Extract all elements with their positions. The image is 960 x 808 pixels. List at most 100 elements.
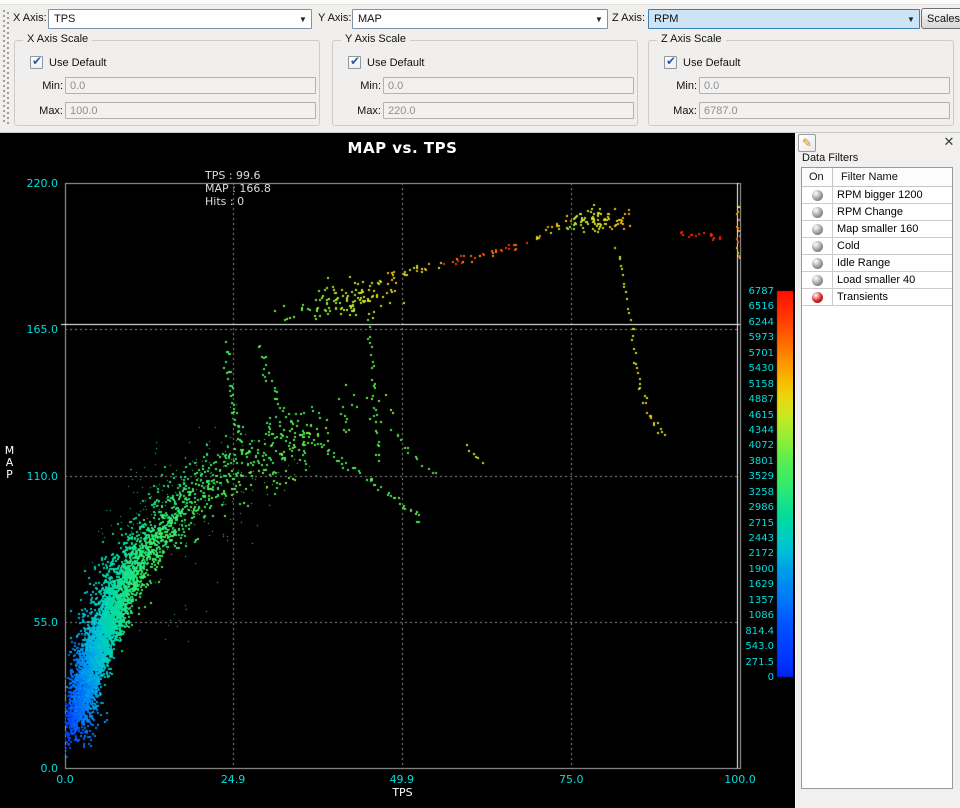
y-tick-label: 55.0 (0, 616, 58, 629)
filter-toggle-ball-icon[interactable] (812, 292, 823, 303)
filter-toggle-ball-icon[interactable] (812, 241, 823, 252)
filter-name[interactable]: RPM bigger 1200 (833, 189, 952, 201)
filters-table-header: On Filter Name (802, 168, 952, 187)
filter-on-cell[interactable] (802, 204, 833, 220)
z-tick-label: 5701 (700, 348, 774, 359)
toolbar-top-strip (0, 0, 960, 5)
z-tick-label: 3529 (700, 471, 774, 482)
filter-row[interactable]: Load smaller 40 (802, 272, 952, 289)
filter-on-cell[interactable] (802, 289, 833, 305)
z-tick-label: 2715 (700, 518, 774, 529)
z-axis-scale-group: Z Axis Scale ✔ Use Default Min: 0.0 Max:… (648, 40, 954, 126)
filters-table-body: RPM bigger 1200 RPM Change Map smaller 160… (802, 187, 952, 306)
y-max-field[interactable]: 220.0 (383, 102, 634, 119)
filter-on-cell[interactable] (802, 255, 833, 271)
y-tick-label: 110.0 (0, 470, 58, 483)
z-tick-label: 5430 (700, 363, 774, 374)
x-axis-scale-group-title: X Axis Scale (23, 33, 92, 45)
filter-on-cell[interactable] (802, 187, 833, 203)
z-min-field[interactable]: 0.0 (699, 77, 950, 94)
z-tick-label: 2443 (700, 533, 774, 544)
filter-name[interactable]: Transients (833, 291, 952, 303)
y-tick-label: 220.0 (0, 177, 58, 190)
column-header-filter-name[interactable]: Filter Name (833, 171, 952, 183)
x-tick-label: 24.9 (213, 773, 253, 786)
z-tick-label: 5973 (700, 332, 774, 343)
filter-name[interactable]: RPM Change (833, 206, 952, 218)
filter-toggle-ball-icon[interactable] (812, 224, 823, 235)
y-axis-combobox[interactable]: MAP ▼ (352, 9, 608, 29)
z-tick-label: 3801 (700, 456, 774, 467)
checkmark-icon: ✔ (350, 54, 360, 68)
x-min-field[interactable]: 0.0 (65, 77, 316, 94)
filter-name[interactable]: Map smaller 160 (833, 223, 952, 235)
filter-toggle-ball-icon[interactable] (812, 190, 823, 201)
x-max-label: Max: (15, 105, 63, 117)
filter-on-cell[interactable] (802, 238, 833, 254)
z-tick-label: 5158 (700, 379, 774, 390)
chevron-down-icon: ▼ (295, 15, 311, 24)
edit-filters-button[interactable]: ✎ (798, 134, 816, 152)
filter-name[interactable]: Idle Range (833, 257, 952, 269)
filter-on-cell[interactable] (802, 221, 833, 237)
x-axis-combobox[interactable]: TPS ▼ (48, 9, 312, 29)
x-min-label: Min: (15, 80, 63, 92)
pencil-icon: ✎ (802, 136, 812, 150)
toolbar-drag-grip[interactable] (3, 10, 9, 124)
chart-area: MAP vs. TPS TPS : 99.6 MAP : 166.8 Hits … (0, 133, 793, 808)
filter-toggle-ball-icon[interactable] (812, 275, 823, 286)
close-icon: ✕ (944, 134, 955, 150)
filter-row[interactable]: Cold (802, 238, 952, 255)
z-tick-label: 1629 (700, 579, 774, 590)
z-min-label: Min: (649, 80, 697, 92)
x-axis-combobox-value: TPS (49, 13, 295, 25)
z-use-default-label: Use Default (683, 57, 740, 69)
x-axis-label: X Axis: (13, 12, 47, 24)
chart-title: MAP vs. TPS (65, 139, 740, 157)
z-tick-label: 2172 (700, 548, 774, 559)
z-tick-label: 6516 (700, 301, 774, 312)
filter-name[interactable]: Cold (833, 240, 952, 252)
filter-row[interactable]: RPM bigger 1200 (802, 187, 952, 204)
cursor-readout-hits: Hits : 0 (205, 195, 271, 208)
x-use-default-checkbox[interactable]: ✔ (30, 56, 43, 69)
z-tick-label: 4344 (700, 425, 774, 436)
x-tick-label: 75.0 (551, 773, 591, 786)
filter-name[interactable]: Load smaller 40 (833, 274, 952, 286)
y-max-label: Max: (333, 105, 381, 117)
filter-row[interactable]: Map smaller 160 (802, 221, 952, 238)
x-max-field[interactable]: 100.0 (65, 102, 316, 119)
z-max-field[interactable]: 6787.0 (699, 102, 950, 119)
y-axis-label: Y Axis: (318, 12, 351, 24)
z-axis-scale-group-title: Z Axis Scale (657, 33, 726, 45)
z-tick-label: 4615 (700, 410, 774, 421)
z-axis-combobox-value: RPM (649, 13, 903, 25)
x-axis-scale-group: X Axis Scale ✔ Use Default Min: 0.0 Max:… (14, 40, 320, 126)
z-tick-label: 1086 (700, 610, 774, 621)
y-use-default-checkbox[interactable]: ✔ (348, 56, 361, 69)
filter-toggle-ball-icon[interactable] (812, 258, 823, 269)
axis-toolbar: X Axis: TPS ▼ Y Axis: MAP ▼ Z Axis: RPM … (0, 0, 960, 133)
z-use-default-checkbox[interactable]: ✔ (664, 56, 677, 69)
filter-row[interactable]: Idle Range (802, 255, 952, 272)
chevron-down-icon: ▼ (591, 15, 607, 24)
filter-row[interactable]: Transients (802, 289, 952, 306)
y-tick-label: 165.0 (0, 323, 58, 336)
x-use-default-label: Use Default (49, 57, 106, 69)
z-tick-label: 2986 (700, 502, 774, 513)
filter-row[interactable]: RPM Change (802, 204, 952, 221)
close-panel-button[interactable]: ✕ (941, 134, 957, 150)
y-min-field[interactable]: 0.0 (383, 77, 634, 94)
filter-toggle-ball-icon[interactable] (812, 207, 823, 218)
z-tick-label: 4887 (700, 394, 774, 405)
scales-button[interactable]: Scales (921, 8, 960, 29)
column-header-on[interactable]: On (802, 168, 833, 186)
filter-on-cell[interactable] (802, 272, 833, 288)
z-tick-label: 271.5 (700, 657, 774, 668)
data-filters-panel: ✎ ✕ Data Filters On Filter Name RPM bigg… (795, 133, 960, 808)
checkmark-icon: ✔ (32, 54, 42, 68)
scatter-plot-canvas[interactable] (0, 133, 793, 808)
y-min-label: Min: (333, 80, 381, 92)
y-axis-scale-group: Y Axis Scale ✔ Use Default Min: 0.0 Max:… (332, 40, 638, 126)
z-axis-combobox[interactable]: RPM ▼ (648, 9, 920, 29)
